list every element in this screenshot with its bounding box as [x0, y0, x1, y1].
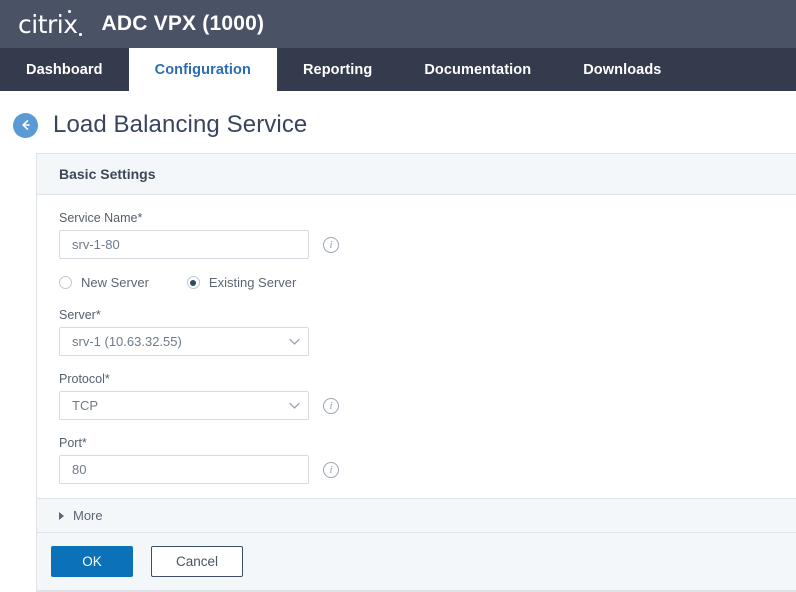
form-footer: OK Cancel: [37, 533, 796, 591]
product-title: ADC VPX (1000): [102, 12, 265, 36]
main-navigation: Dashboard Configuration Reporting Docume…: [0, 48, 796, 91]
protocol-row: TCP i: [59, 391, 796, 420]
protocol-label: Protocol*: [59, 372, 796, 386]
citrix-logo-text: citrix: [18, 10, 78, 39]
tab-dashboard[interactable]: Dashboard: [0, 48, 129, 91]
radio-new-server-label: New Server: [81, 275, 149, 290]
page-title: Load Balancing Service: [53, 111, 307, 139]
protocol-select[interactable]: TCP: [59, 391, 309, 420]
radio-existing-server-label: Existing Server: [209, 275, 296, 290]
arrow-left-icon: [19, 118, 33, 132]
citrix-logo[interactable]: citrix: [18, 12, 84, 37]
more-expander[interactable]: More: [37, 498, 796, 533]
radio-existing-server-mark: [187, 276, 200, 289]
server-label: Server*: [59, 308, 796, 322]
port-input[interactable]: [59, 455, 309, 484]
basic-settings-card: Basic Settings Service Name* i New Serve…: [36, 153, 796, 592]
brand-bar: citrix ADC VPX (1000): [0, 0, 796, 48]
ok-button[interactable]: OK: [51, 546, 133, 577]
port-info-icon[interactable]: i: [323, 462, 339, 478]
tab-reporting[interactable]: Reporting: [277, 48, 398, 91]
triangle-right-icon: [59, 512, 64, 520]
back-button[interactable]: [13, 113, 38, 138]
service-name-row: i: [59, 230, 796, 259]
protocol-select-wrap: TCP: [59, 391, 309, 420]
cancel-button[interactable]: Cancel: [151, 546, 243, 577]
radio-existing-server[interactable]: Existing Server: [187, 275, 296, 290]
field-protocol: Protocol* TCP i: [59, 372, 796, 420]
card-section-title: Basic Settings: [37, 154, 796, 195]
service-name-input[interactable]: [59, 230, 309, 259]
radio-new-server[interactable]: New Server: [59, 275, 149, 290]
more-label: More: [73, 508, 103, 523]
server-select[interactable]: srv-1 (10.63.32.55): [59, 327, 309, 356]
port-label: Port*: [59, 436, 796, 450]
radio-new-server-mark: [59, 276, 72, 289]
field-service-name: Service Name* i: [59, 211, 796, 259]
field-server: Server* srv-1 (10.63.32.55): [59, 308, 796, 356]
service-name-label: Service Name*: [59, 211, 796, 225]
tab-documentation[interactable]: Documentation: [398, 48, 557, 91]
tab-configuration[interactable]: Configuration: [129, 48, 277, 91]
logo-x-dot: [68, 10, 71, 13]
server-select-wrap: srv-1 (10.63.32.55): [59, 327, 309, 356]
page-header: Load Balancing Service: [0, 91, 796, 153]
field-port: Port* i: [59, 436, 796, 484]
port-row: i: [59, 455, 796, 484]
card-body: Service Name* i New Server Existing Serv…: [37, 195, 796, 498]
logo-trademark-dot: [79, 33, 82, 36]
tab-downloads[interactable]: Downloads: [557, 48, 687, 91]
protocol-info-icon[interactable]: i: [323, 398, 339, 414]
server-type-radio-group: New Server Existing Server: [59, 275, 796, 290]
server-row: srv-1 (10.63.32.55): [59, 327, 796, 356]
service-name-info-icon[interactable]: i: [323, 237, 339, 253]
